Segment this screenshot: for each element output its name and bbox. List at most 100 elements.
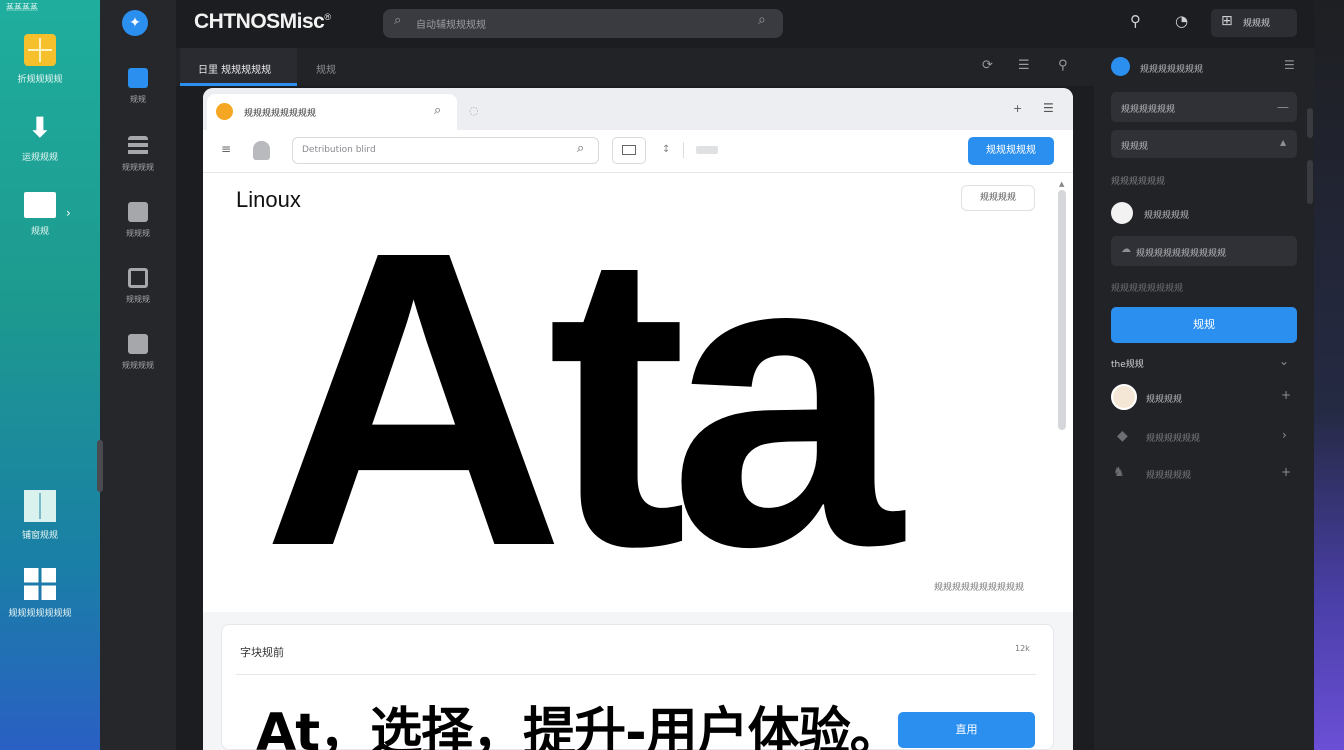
desktop-icon-tiles[interactable]: 铺窗规规 [0,490,80,541]
rail-item-list[interactable]: 规规规规 [100,136,176,173]
panel-field-text: 规规规规规规规规规规 [1136,249,1227,259]
windows-grid-icon [24,568,56,600]
menu-icon[interactable]: ☰ [1284,58,1295,72]
card-label: 字块规前 [240,646,284,659]
rail-item-label: 规规规规 [122,163,154,172]
url-placeholder: Detribution blird [302,145,376,155]
scrollbar-thumb[interactable] [1307,160,1313,204]
app-grid-icon [128,68,148,88]
scrollbar-thumb[interactable] [1307,108,1313,138]
search-icon[interactable]: ⌕ [577,141,584,156]
brand-text: CHTNOSMisc [194,10,325,33]
desktop-icon-label: 运规规规 [21,153,58,163]
plus-icon[interactable]: + [1281,465,1291,479]
refresh-icon[interactable]: ⟳ [982,58,993,73]
rail-item-label: 规规规 [126,229,150,238]
new-tab-icon[interactable]: ◌ [469,104,479,117]
panel-logo-icon [1111,57,1130,76]
cloud-icon: ☁ [1121,244,1131,255]
reader-icon [622,145,636,155]
desktop-icon-files[interactable]: 折规规规规 [0,34,80,85]
chevron-right-icon[interactable]: › [66,206,71,220]
menu-icon[interactable]: ☰ [1043,101,1054,115]
brand-name: CHTNOSMisc® [194,10,331,34]
linked-item-label[interactable]: 规规规规规 [1144,208,1189,221]
scrollbar-thumb[interactable] [1058,190,1066,430]
pin-icon[interactable]: ⚲ [1130,12,1141,30]
rail-item-edit[interactable]: 规规规 [100,202,176,239]
hamburger-icon[interactable]: ≡ [221,142,231,156]
layout-icon: ⊞ [1221,13,1233,29]
plus-icon[interactable]: + [1013,102,1022,115]
history-icon[interactable]: ◔ [1175,12,1188,30]
desktop-icon-label: 折规规规规 [17,75,63,85]
panel-select-text: 规规规 [1121,142,1149,152]
desktop-background-right [1312,0,1344,750]
calendar-icon [128,268,148,288]
rail-item-apps[interactable]: 规规 [100,68,176,105]
member-label[interactable]: 规规规规规 [1146,468,1191,481]
divider [683,142,684,158]
rail-item-label: 规规规规 [122,361,154,370]
folder-icon [24,192,56,218]
desktop-icon-label: 规规 [30,227,49,237]
window-tiles-icon [24,490,56,522]
hero-caption: 规规规规规规规规规规 [934,583,1025,593]
layout-button-label: 规规规 [1243,19,1271,29]
group-title: the规规 [1111,360,1144,370]
primary-action-button[interactable]: 规规规规规 [968,137,1054,165]
group-icon: ♞ [1113,465,1125,480]
tag-icon: ◆ [1117,428,1128,444]
brand-mark: ® [324,12,331,22]
rail-item-label: 规规规 [126,295,150,304]
edit-icon [128,202,148,222]
app-logo[interactable]: ✦ [122,10,148,36]
panel-primary-button[interactable]: 规规 [1111,307,1297,343]
panel-field-text: 规规规规规规 [1121,105,1176,115]
minus-icon[interactable]: — [1277,100,1289,114]
chevron-up-icon[interactable]: ▲ [1280,138,1286,147]
card-count: 12k [1015,644,1030,653]
table-icon [128,334,148,354]
search-icon[interactable]: ⌕ [434,103,441,118]
window-resize-handle[interactable] [97,440,103,492]
search-icon: ⌕ [394,13,402,28]
search-placeholder: 自动辅规规规规 [416,20,486,31]
sort-icon[interactable]: ↕ [662,144,670,155]
site-favicon-icon [216,103,233,120]
hint-text: 规规规规规规规规 [1111,284,1184,294]
hero-text: Ata [262,165,903,634]
browser-tab-title: 规规规规规规规规 [244,109,317,119]
tab-secondary[interactable]: 规规 [316,61,336,76]
member-label[interactable]: 规规规规 [1146,392,1182,405]
avatar [1111,384,1137,410]
pin-icon[interactable]: ⚲ [1058,58,1068,73]
chevron-right-icon[interactable]: › [1282,428,1287,442]
desktop-icon-windows[interactable]: 规规规规规规规 [0,568,80,619]
rail-item-calendar[interactable]: 规规规 [100,268,176,305]
apply-button[interactable]: 直用 [898,712,1035,748]
folder-grid-icon [24,34,56,66]
rail-item-label: 规规 [130,95,146,104]
outline-button[interactable]: 规规规规 [961,185,1035,211]
download-icon: ⬇ [28,111,52,144]
section-label: 规规规规规规 [1111,177,1166,187]
tab-label: 日里 规规规规规 [198,65,272,76]
divider [236,674,1036,675]
placeholder-chip [696,146,718,154]
desktop-icon-download[interactable]: ⬇ 运规规规 [0,111,80,164]
user-icon[interactable] [253,141,270,160]
chevron-down-icon[interactable]: ⌄ [1279,354,1289,368]
list-icon [128,136,148,156]
rail-item-table[interactable]: 规规规规 [100,334,176,371]
member-label[interactable]: 规规规规规规 [1146,431,1200,444]
plus-icon[interactable]: + [1281,388,1291,402]
search-icon[interactable]: ⌕ [758,12,766,28]
desktop-icon-label: 铺窗规规 [21,531,58,541]
panel-header: 规规规规规规规 [1140,65,1204,75]
desktop-icon-label: 规规规规规规规 [8,609,72,619]
linked-item-icon [1111,202,1133,224]
scroll-up-icon[interactable]: ▲ [1059,180,1064,188]
desktop-top-label: 蒸蒸蒸蒸 [6,3,38,12]
menu-icon[interactable]: ☰ [1018,58,1030,73]
